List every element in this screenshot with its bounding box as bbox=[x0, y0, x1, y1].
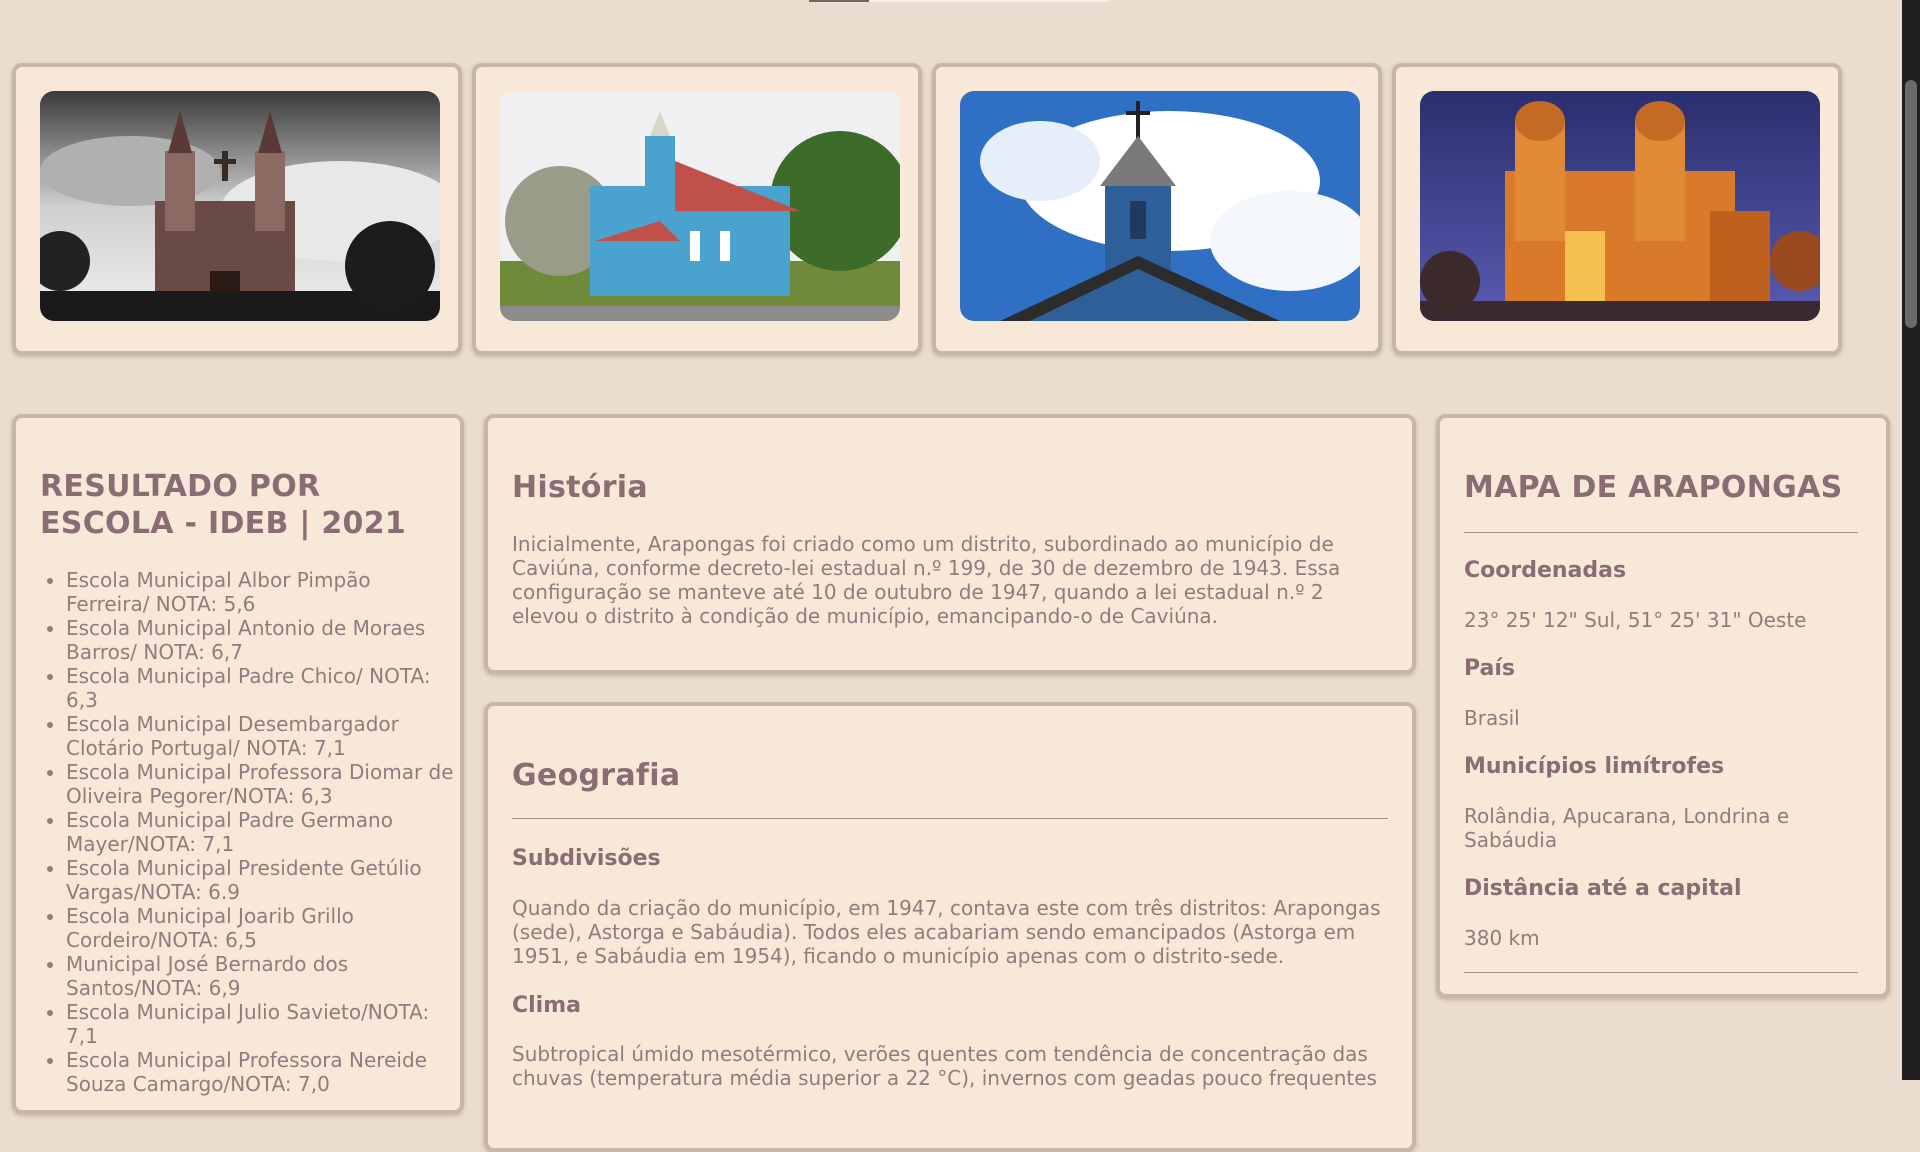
list-item: Escola Municipal Professora Diomar de Ol… bbox=[66, 760, 456, 808]
pais-value: Brasil bbox=[1464, 706, 1520, 730]
mapa-top-divider bbox=[1464, 532, 1858, 533]
blue-chapel-photo bbox=[960, 91, 1360, 321]
list-item: Escola Municipal Presidente Getúlio Varg… bbox=[66, 856, 456, 904]
clima-title: Clima bbox=[512, 993, 581, 1018]
mapa-title: MAPA DE ARAPONGAS bbox=[1464, 470, 1843, 505]
church-sepia-photo bbox=[40, 91, 440, 321]
geografia-card: Geografia Subdivisões Quando da criação … bbox=[484, 702, 1416, 1152]
pais-label: País bbox=[1464, 656, 1516, 681]
geografia-title: Geografia bbox=[512, 758, 681, 793]
photo-card-2 bbox=[472, 63, 922, 355]
list-item: Escola Municipal Julio Savieto/NOTA: 7,1 bbox=[66, 1000, 456, 1048]
distancia-value: 380 km bbox=[1464, 926, 1540, 950]
coordenadas-value: 23° 25' 12" Sul, 51° 25' 31" Oeste bbox=[1464, 608, 1807, 632]
subdivisoes-text: Quando da criação do município, em 1947,… bbox=[512, 896, 1381, 968]
list-item: Escola Municipal Desembargador Clotário … bbox=[66, 712, 456, 760]
geografia-divider bbox=[512, 818, 1388, 819]
list-item: Escola Municipal Albor Pimpão Ferreira/ … bbox=[66, 568, 456, 616]
coordenadas-label: Coordenadas bbox=[1464, 558, 1627, 583]
ideb-title: RESULTADO POR ESCOLA - IDEB | 2021 bbox=[40, 469, 407, 541]
historia-text: Inicialmente, Arapongas foi criado como … bbox=[512, 532, 1341, 628]
list-item: Municipal José Bernardo dos Santos/NOTA:… bbox=[66, 952, 456, 1000]
photo-card-1 bbox=[12, 63, 462, 355]
limitrofes-label: Municípios limítrofes bbox=[1464, 754, 1725, 779]
vertical-scrollbar[interactable] bbox=[1902, 0, 1920, 1080]
cathedral-night-photo bbox=[1420, 91, 1820, 321]
list-item: Escola Municipal Padre Chico/ NOTA: 6,3 bbox=[66, 664, 456, 712]
list-item: Escola Municipal Professora Nereide Souz… bbox=[66, 1048, 456, 1096]
list-item: Escola Municipal Joarib Grillo Cordeiro/… bbox=[66, 904, 456, 952]
clima-text: Subtropical úmido mesotérmico, verões qu… bbox=[512, 1042, 1377, 1090]
blue-church-photo bbox=[500, 91, 900, 321]
ideb-card: RESULTADO POR ESCOLA - IDEB | 2021 Escol… bbox=[12, 414, 464, 1114]
photo-card-3 bbox=[932, 63, 1382, 355]
top-nav-indicator bbox=[809, 0, 869, 2]
list-item: Escola Municipal Padre Germano Mayer/NOT… bbox=[66, 808, 456, 856]
distancia-label: Distância até a capital bbox=[1464, 876, 1742, 901]
photo-card-4 bbox=[1392, 63, 1842, 355]
school-list: Escola Municipal Albor Pimpão Ferreira/ … bbox=[16, 568, 456, 1096]
historia-title: História bbox=[512, 470, 648, 505]
list-item: Escola Municipal Antonio de Moraes Barro… bbox=[66, 616, 456, 664]
limitrofes-value: Rolândia, Apucarana, Londrina e Sabáudia bbox=[1464, 804, 1790, 852]
historia-card: História Inicialmente, Arapongas foi cri… bbox=[484, 414, 1416, 674]
mapa-bottom-divider bbox=[1464, 972, 1858, 973]
scrollbar-thumb[interactable] bbox=[1905, 80, 1917, 328]
top-nav-indicator-track bbox=[869, 0, 1109, 2]
mapa-card: MAPA DE ARAPONGAS Coordenadas 23° 25' 12… bbox=[1436, 414, 1890, 998]
subdivisoes-title: Subdivisões bbox=[512, 846, 661, 871]
